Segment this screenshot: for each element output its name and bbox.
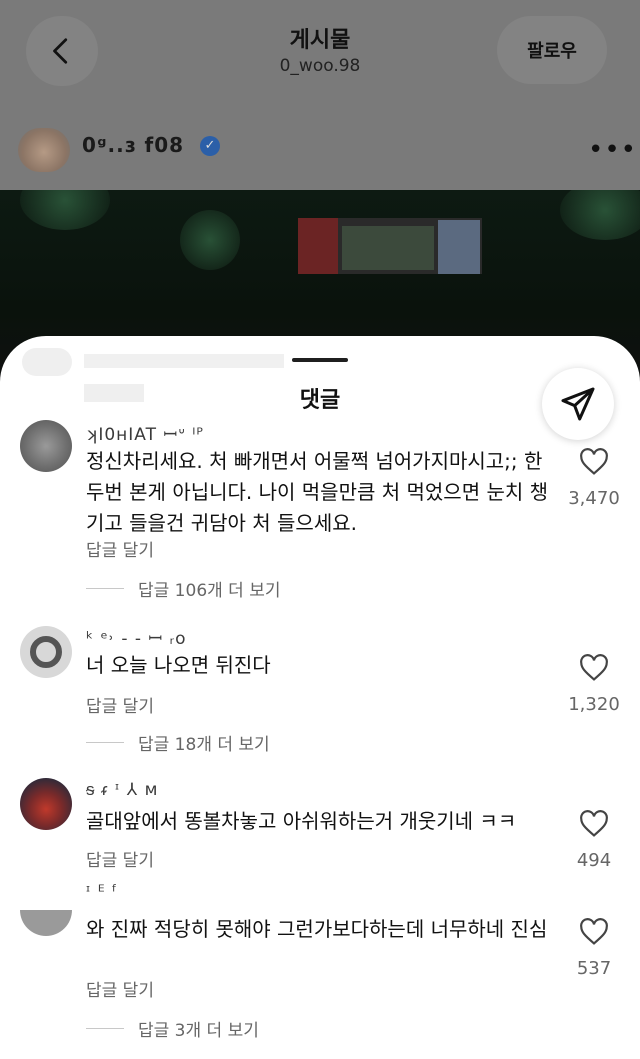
- heart-outline-icon[interactable]: [578, 654, 610, 682]
- comment-text: 와 진짜 적당히 못해야 그런가보다하는데 너무하네 진심: [86, 917, 548, 941]
- view-replies-label: 답글 3개 더 보기: [138, 1021, 259, 1041]
- page-title: 게시물: [289, 28, 351, 53]
- avatar[interactable]: [20, 884, 72, 936]
- verified-badge-icon: ✓: [200, 136, 220, 156]
- share-button[interactable]: [542, 368, 614, 440]
- follow-button[interactable]: 팔로우: [497, 16, 607, 84]
- comment-username[interactable]: ᵴ ᵳ ᶦ ⅄ ᴍ: [86, 780, 158, 800]
- comment-text: 너 오늘 나오면 뒤진다: [86, 653, 271, 677]
- view-replies-label: 답글 18개 더 보기: [138, 735, 270, 755]
- send-icon: [561, 387, 595, 421]
- comment-username[interactable]: ᶦ ᴱ ᶠ: [86, 882, 118, 902]
- sheet-grabber[interactable]: [292, 358, 348, 362]
- reply-button[interactable]: 답글 달기: [86, 536, 154, 561]
- reply-button[interactable]: 답글 달기: [86, 846, 154, 871]
- comment-username[interactable]: ʞI0ʜIAT ꟷᐡ ᴵᴾ: [86, 422, 204, 445]
- heart-outline-icon[interactable]: [578, 448, 610, 476]
- heart-outline-icon[interactable]: [578, 918, 610, 946]
- post-header: 게시물 0_woo.98 팔로우 0ᵍ..ɜ f08 ✓ •••: [0, 0, 640, 190]
- view-replies-button[interactable]: 답글 106개 더 보기: [86, 576, 281, 601]
- reply-button[interactable]: 답글 달기: [86, 692, 154, 717]
- comments-sheet: 댓글 ʞI0ʜIAT ꟷᐡ ᴵᴾ 정신차리세요. 처 빠개면서 어물쩍 넘어가지…: [0, 336, 640, 1059]
- view-replies-button[interactable]: 답글 18개 더 보기: [86, 730, 270, 755]
- avatar[interactable]: [20, 626, 72, 678]
- heart-outline-icon[interactable]: [578, 810, 610, 838]
- comment-text: 정신차리세요. 처 빠개면서 어물쩍 넘어가지마시고;; 한두번 본게 아닙니다…: [86, 449, 549, 535]
- more-horizontal-icon[interactable]: •••: [588, 135, 637, 165]
- back-button[interactable]: [26, 16, 98, 86]
- chevron-left-icon: [53, 38, 68, 64]
- view-replies-button[interactable]: 답글 3개 더 보기: [86, 1016, 259, 1041]
- author-avatar[interactable]: [18, 128, 70, 172]
- avatar[interactable]: [20, 778, 72, 830]
- author-name[interactable]: 0ᵍ..ɜ f08: [82, 133, 184, 157]
- avatar[interactable]: [20, 420, 72, 472]
- reply-button[interactable]: 답글 달기: [86, 976, 154, 1001]
- comment-username[interactable]: ᵏ ᵉ˒ ‐ ‐ ꟷ ᵣᴏ: [86, 626, 186, 649]
- like-count: 494: [576, 850, 612, 871]
- view-replies-label: 답글 106개 더 보기: [138, 581, 281, 601]
- comment-text: 골대앞에서 똥볼차놓고 아쉬워하는거 개웃기네 ㅋㅋ: [86, 809, 517, 833]
- like-count: 537: [576, 958, 612, 979]
- like-count: 1,320: [568, 694, 620, 715]
- like-count: 3,470: [568, 488, 620, 509]
- sheet-title: 댓글: [299, 388, 341, 413]
- page-subtitle: 0_woo.98: [279, 56, 361, 76]
